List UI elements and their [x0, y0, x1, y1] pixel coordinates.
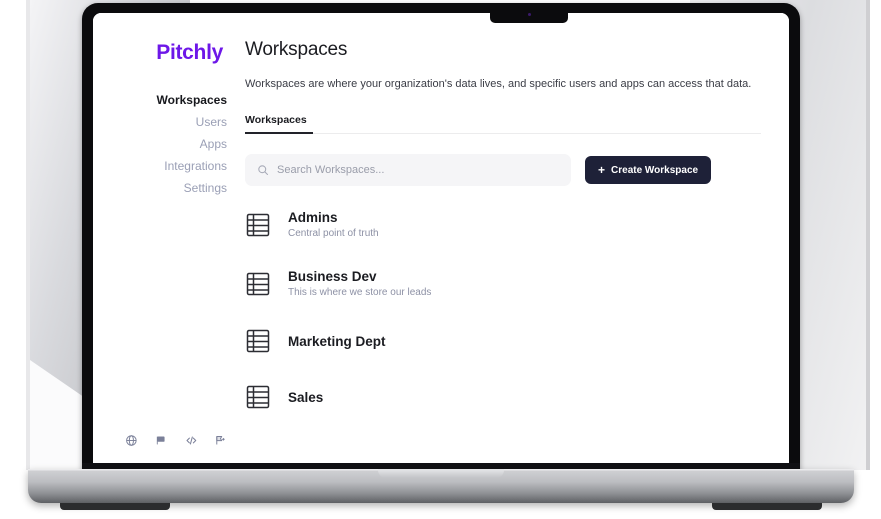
workspace-text: Sales [288, 390, 323, 405]
workspace-name: Sales [288, 389, 324, 405]
sidebar-item-users[interactable]: Users [93, 111, 227, 133]
app-window: Pitchly Workspaces Users Apps Integratio… [93, 13, 789, 469]
search-input[interactable] [277, 164, 559, 176]
search-icon [258, 165, 269, 176]
workspace-row-business-dev[interactable]: Business Dev This is where we store our … [245, 269, 761, 298]
workspace-text: Admins Central point of truth [288, 210, 379, 239]
laptop-base [28, 469, 854, 503]
create-workspace-label: Create Workspace [611, 164, 699, 176]
tab-bar: Workspaces [245, 110, 761, 134]
sidebar-item-settings[interactable]: Settings [93, 177, 227, 199]
webcam-icon [528, 13, 531, 16]
page-title: Workspaces [245, 39, 348, 60]
workspace-name: Business Dev [288, 269, 377, 284]
sidebar-item-apps[interactable]: Apps [93, 133, 227, 155]
workspace-text: Business Dev This is where we store our … [288, 269, 431, 298]
flag-icon[interactable] [155, 434, 168, 447]
app-logo[interactable]: Pitchly [93, 41, 227, 65]
search-box[interactable] [245, 154, 571, 186]
page-description: Workspaces are where your organization's… [245, 78, 752, 90]
globe-icon[interactable] [125, 434, 138, 447]
toolbar: + Create Workspace [245, 154, 761, 186]
table-icon [246, 385, 270, 409]
laptop-foot-right [712, 503, 822, 510]
workspace-row-marketing-dept[interactable]: Marketing Dept [245, 328, 761, 354]
main-content: Workspaces Workspaces are where your org… [245, 13, 789, 469]
sidebar: Pitchly Workspaces Users Apps Integratio… [93, 13, 245, 469]
tab-workspaces[interactable]: Workspaces [245, 114, 313, 134]
workspace-name: Admins [288, 210, 338, 225]
workspace-row-sales[interactable]: Sales [245, 384, 761, 410]
workspace-text: Marketing Dept [288, 334, 386, 349]
table-icon [246, 272, 270, 295]
workspace-description: Central point of truth [288, 228, 379, 239]
laptop-mockup: Pitchly Workspaces Users Apps Integratio… [0, 0, 881, 519]
sidebar-item-integrations[interactable]: Integrations [93, 155, 227, 177]
create-workspace-button[interactable]: + Create Workspace [585, 156, 712, 184]
table-icon [246, 213, 270, 236]
plus-icon: + [598, 163, 606, 177]
table-icon [246, 329, 270, 353]
workspace-row-admins[interactable]: Admins Central point of truth [245, 210, 761, 239]
laptop-foot-left [60, 503, 170, 510]
workspace-list: Admins Central point of truth Business D… [245, 210, 761, 410]
laptop-notch [490, 6, 568, 23]
code-icon[interactable] [185, 434, 198, 447]
laptop-lid: Pitchly Workspaces Users Apps Integratio… [82, 3, 800, 473]
workspace-description: This is where we store our leads [288, 287, 432, 298]
sidebar-nav: Workspaces Users Apps Integrations Setti… [93, 89, 227, 199]
sidebar-item-workspaces[interactable]: Workspaces [93, 89, 227, 111]
laptop-screen: Pitchly Workspaces Users Apps Integratio… [93, 13, 789, 469]
bookmark-flag-icon[interactable] [214, 434, 227, 447]
laptop-base-notch [378, 469, 504, 478]
workspace-name: Marketing Dept [288, 333, 386, 349]
